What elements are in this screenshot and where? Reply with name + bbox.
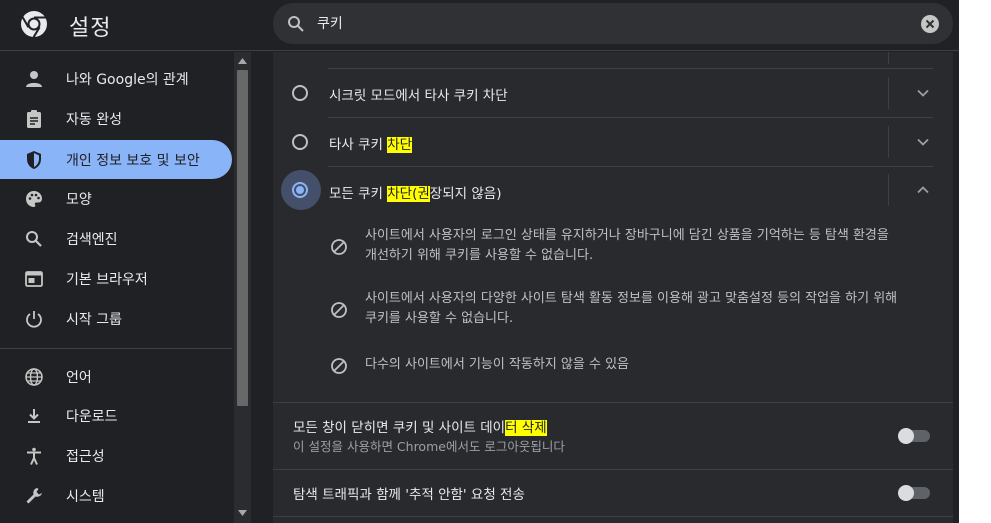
search-input[interactable] — [317, 11, 877, 35]
sidebar-scrollbar[interactable] — [234, 52, 251, 523]
detail-line: 개선하기 위해 쿠키를 사용할 수 없습니다. — [365, 248, 594, 263]
sidebar-item-label: 언어 — [66, 370, 92, 386]
section-divider — [273, 516, 953, 517]
scroll-thumb[interactable] — [237, 70, 248, 406]
option-label: 시크릿 모드에서 타사 쿠키 차단 — [329, 88, 508, 104]
section-divider — [273, 469, 953, 470]
search-icon — [288, 16, 304, 32]
chevron-down-icon[interactable] — [916, 135, 930, 149]
blocked-icon — [331, 302, 347, 318]
row-divider — [328, 166, 933, 167]
search-highlight: 차단 — [387, 137, 413, 153]
wrench-icon — [26, 488, 42, 504]
option-label-text: 타사 쿠키 — [329, 137, 388, 153]
row-separator — [888, 77, 889, 109]
option-label-text: 모든 쿠키 — [329, 186, 388, 202]
sidebar-item-languages[interactable]: 언어 — [0, 357, 232, 396]
sidebar-item-on-startup[interactable]: 시작 그룹 — [0, 299, 232, 338]
sidebar-item-autofill[interactable]: 자동 완성 — [0, 99, 232, 138]
settings-window: 설정 나와 Google의 관계 — [0, 0, 959, 523]
row-separator — [888, 174, 889, 206]
row-divider — [328, 117, 933, 118]
power-icon — [26, 311, 42, 328]
blocked-icon — [331, 358, 347, 374]
search-box[interactable] — [273, 3, 953, 44]
accessibility-icon — [27, 447, 41, 465]
sidebar-item-search-engine[interactable]: 검색엔진 — [0, 219, 232, 258]
setting-subtitle: 이 설정을 사용하면 Chrome에서도 로그아웃됩니다 — [293, 439, 565, 454]
radio-button[interactable] — [292, 134, 308, 150]
download-icon — [28, 409, 40, 423]
detail-text: 사이트에서 사용자의 로그인 상태를 유지하거나 장바구니에 담긴 상품을 기억… — [365, 226, 889, 266]
sidebar-item-label: 시작 그룹 — [66, 312, 122, 328]
clipboard-icon — [27, 110, 41, 128]
chevron-down-icon[interactable] — [916, 86, 930, 100]
header: 설정 — [0, 0, 959, 51]
blocked-icon — [331, 239, 347, 255]
toggle-thumb[interactable] — [898, 428, 914, 444]
person-icon — [26, 71, 42, 87]
sidebar-item-default-browser[interactable]: 기본 브라우저 — [0, 259, 232, 298]
setting-title-text: 모든 창이 닫히면 쿠키 및 사이트 데이 — [293, 420, 506, 436]
app-title: 설정 — [69, 16, 112, 41]
search-highlight: 터 삭제 — [505, 420, 547, 436]
shield-icon — [27, 151, 41, 169]
radio-button-selected[interactable] — [292, 182, 308, 198]
row-separator — [888, 52, 889, 64]
detail-line: 사이트에서 사용자의 로그인 상태를 유지하거나 장바구니에 담긴 상품을 기억… — [365, 228, 889, 243]
sidebar-item-you-and-google[interactable]: 나와 Google의 관계 — [0, 59, 232, 98]
row-divider — [328, 68, 933, 69]
globe-icon — [25, 368, 43, 386]
scroll-down-arrow-icon[interactable] — [238, 510, 247, 516]
cookie-settings-panel: 시크릿 모드에서 타사 쿠키 차단 타사 쿠키 차단 모든 쿠키 차단(권장되지… — [273, 52, 953, 523]
search-icon — [26, 231, 42, 247]
sidebar-item-accessibility[interactable]: 접근성 — [0, 436, 232, 475]
sidebar-item-label: 접근성 — [66, 449, 105, 465]
sidebar-item-label: 모양 — [66, 192, 92, 208]
sidebar-item-label: 나와 Google의 관계 — [66, 72, 189, 88]
clear-search-button[interactable] — [921, 15, 939, 33]
browser-window-icon — [25, 271, 43, 287]
chevron-up-icon[interactable] — [916, 183, 930, 197]
sidebar-item-downloads[interactable]: 다운로드 — [0, 396, 232, 435]
detail-text: 다수의 사이트에서 기능이 작동하지 않을 수 있음 — [365, 357, 629, 372]
palette-icon — [26, 191, 42, 207]
detail-line: 사이트에서 사용자의 다양한 사이트 탐색 활동 정보를 이용해 광고 맞춤설정… — [365, 291, 898, 306]
row-separator — [888, 126, 889, 158]
close-icon — [925, 19, 935, 29]
search-highlight: 차단(권 — [387, 186, 430, 202]
detail-line: 쿠키를 사용할 수 없습니다. — [365, 311, 514, 326]
sidebar-item-label: 자동 완성 — [66, 112, 122, 128]
sidebar-item-privacy-security[interactable]: 개인 정보 보호 및 보안 — [0, 140, 232, 179]
radio-button[interactable] — [292, 85, 308, 101]
sidebar-item-label: 기본 브라우저 — [66, 272, 148, 288]
option-label-text: 장되지 않음) — [429, 186, 502, 202]
setting-title: 모든 창이 닫히면 쿠키 및 사이트 데이터 삭제 — [293, 416, 547, 436]
chrome-logo-icon — [21, 11, 47, 38]
sidebar-item-label: 검색엔진 — [66, 232, 118, 248]
sidebar-item-label: 개인 정보 보호 및 보안 — [66, 153, 200, 169]
sidebar: 나와 Google의 관계 자동 완성 개인 정보 보호 및 보안 모양 검색엔… — [0, 52, 252, 523]
setting-title: 탐색 트래픽과 함께 '추적 안함' 요청 전송 — [293, 487, 525, 503]
option-label: 타사 쿠키 차단 — [329, 133, 413, 153]
sidebar-item-system[interactable]: 시스템 — [0, 476, 232, 515]
detail-text: 사이트에서 사용자의 다양한 사이트 탐색 활동 정보를 이용해 광고 맞춤설정… — [365, 289, 897, 329]
sidebar-item-appearance[interactable]: 모양 — [0, 179, 232, 218]
sidebar-item-label: 시스템 — [66, 489, 105, 505]
scroll-up-arrow-icon[interactable] — [238, 58, 247, 64]
sidebar-divider — [0, 348, 232, 349]
option-label: 모든 쿠키 차단(권장되지 않음) — [329, 182, 501, 202]
toggle-thumb[interactable] — [898, 485, 914, 501]
section-divider — [273, 402, 953, 403]
sidebar-item-label: 다운로드 — [66, 409, 118, 425]
